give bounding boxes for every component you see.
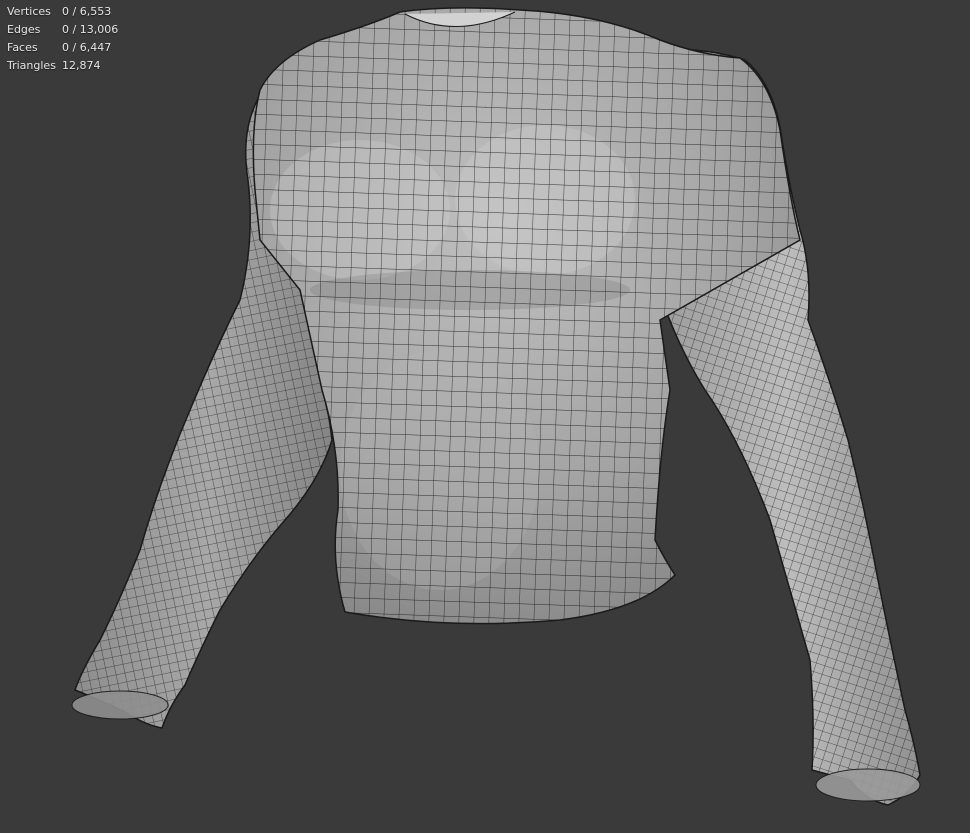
shirt-mesh-render[interactable] [0, 0, 970, 833]
stat-value: 0 / 13,006 [62, 23, 119, 36]
stat-row-vertices: Vertices 0 / 6,553 [7, 3, 118, 21]
stat-value: 12,874 [62, 59, 101, 72]
right-cuff [815, 768, 921, 802]
stat-label: Faces [7, 41, 38, 54]
statistics-overlay: Vertices 0 / 6,553 Edges 0 / 13,006 Face… [7, 3, 118, 75]
stat-label: Edges [7, 23, 41, 36]
stat-value: 0 / 6,553 [62, 5, 112, 18]
stat-row-faces: Faces 0 / 6,447 [7, 39, 118, 57]
stat-row-triangles: Triangles 12,874 [7, 57, 118, 75]
3d-viewport[interactable]: Vertices 0 / 6,553 Edges 0 / 13,006 Face… [0, 0, 970, 833]
stat-label: Triangles [7, 59, 56, 72]
stat-row-edges: Edges 0 / 13,006 [7, 21, 118, 39]
stat-value: 0 / 6,447 [62, 41, 112, 54]
left-cuff [71, 690, 169, 720]
stat-label: Vertices [7, 5, 51, 18]
